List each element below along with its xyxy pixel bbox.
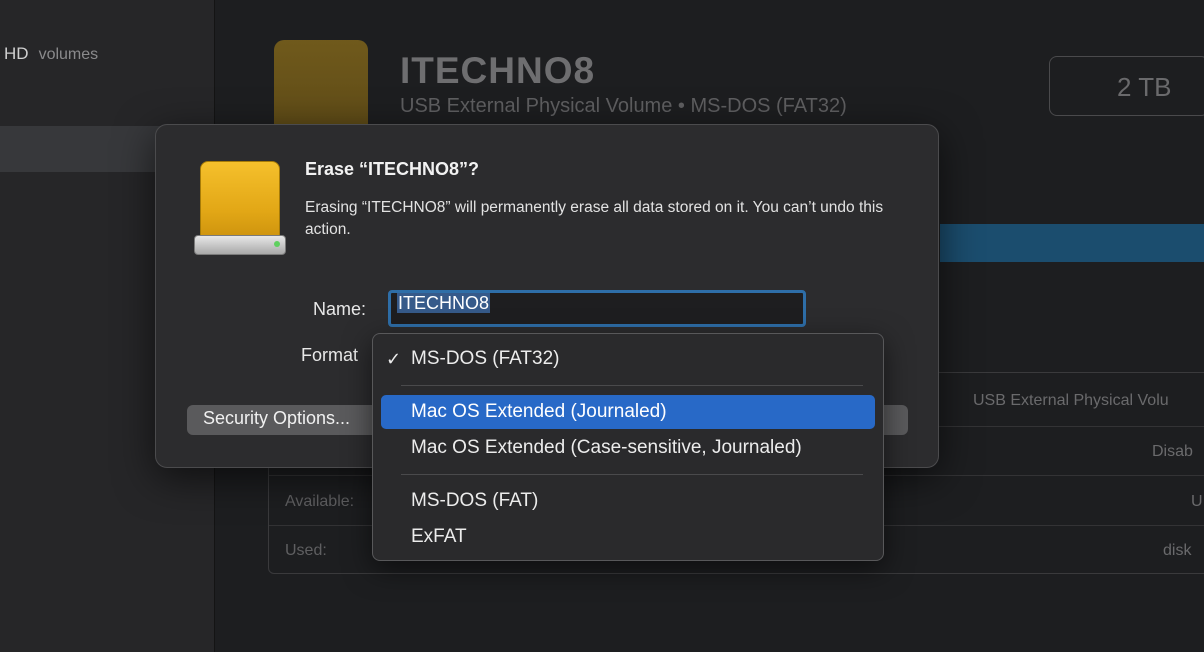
sidebar-header-sub: volumes [38,46,99,63]
name-label: Name: [313,299,367,319]
menu-item-label: Mac OS Extended (Case-sensitive, Journal… [411,437,802,458]
menu-separator [401,474,863,475]
menu-item-label: MS-DOS (FAT32) [411,348,560,369]
menu-item-mac-os-extended-journaled[interactable]: Mac OS Extended (Journaled) [381,395,875,429]
info-value-owners: Disab [1152,443,1193,460]
info-label-used: Used: [285,542,327,559]
menu-item-ms-dos-fat32[interactable]: ✓ MS-DOS (FAT32) [381,342,875,376]
volume-subtitle: USB External Physical Volume • MS-DOS (F… [400,95,847,117]
disk-utility-window: HD volumes ITECHNO8 USB External Physical… [0,0,1204,652]
usage-bar [940,224,1204,262]
format-label: Format [301,345,359,365]
dialog-title: Erase “ITECHNO8”? [305,159,480,179]
menu-item-ms-dos-fat[interactable]: MS-DOS (FAT) [381,484,875,518]
info-value-device: disk [1163,542,1192,559]
security-options-button[interactable]: Security Options... [187,405,387,435]
menu-item-label: MS-DOS (FAT) [411,490,539,511]
capacity-value: 2 TB [1117,72,1172,102]
volume-title: ITECHNO8 [400,50,596,91]
menu-item-label: Mac OS Extended (Journaled) [411,401,667,422]
info-label-available: Available: [285,493,355,510]
menu-separator [401,385,863,386]
info-value-available: U [1191,493,1203,510]
menu-item-exfat[interactable]: ExFAT [381,520,875,554]
external-drive-icon [194,161,286,255]
sidebar-header[interactable]: HD volumes [4,44,98,64]
capacity-box: 2 TB [1049,56,1204,116]
name-input-value: ITECHNO8 [397,293,491,313]
format-dropdown-menu: ✓ MS-DOS (FAT32) Mac OS Extended (Journa… [372,333,884,561]
info-value-connection: USB External Physical Volu [973,392,1169,409]
name-input[interactable]: ITECHNO8 [388,290,806,327]
dialog-message: Erasing “ITECHNO8” will permanently eras… [305,199,884,238]
menu-item-mac-os-extended-case-sensitive[interactable]: Mac OS Extended (Case-sensitive, Journal… [381,431,875,465]
menu-item-label: ExFAT [411,526,467,547]
checkmark-icon: ✓ [386,349,402,369]
sidebar-header-label: HD [4,44,29,63]
